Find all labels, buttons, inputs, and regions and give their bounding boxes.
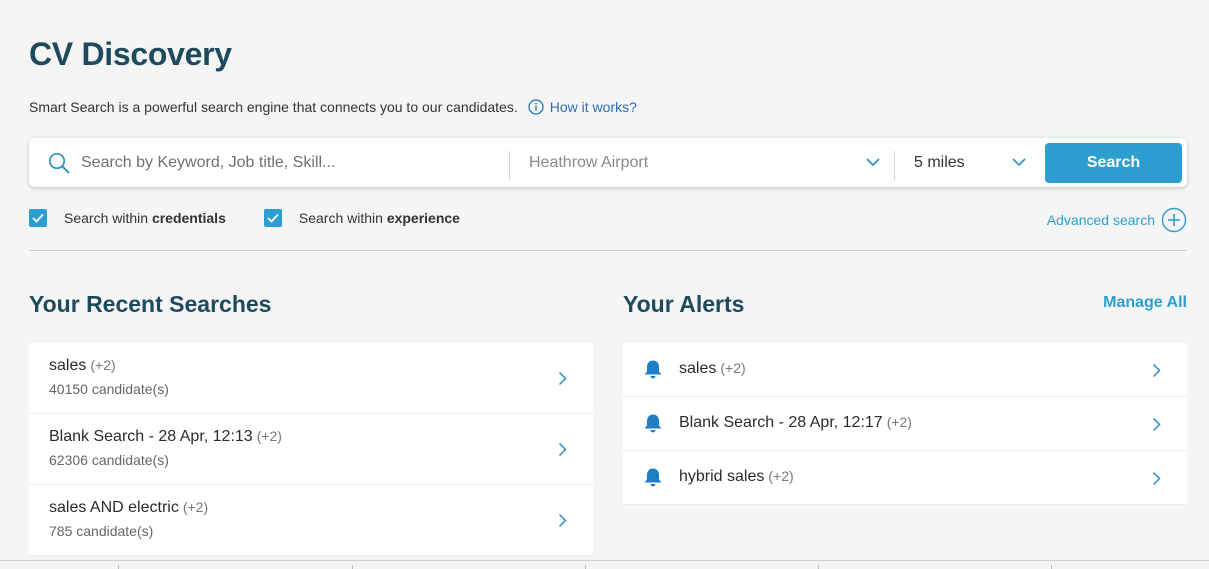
alert-name: hybrid sales (+2) <box>679 468 794 485</box>
location-select[interactable]: Heathrow Airport <box>529 148 884 178</box>
recent-searches-list: sales (+2) 40150 candidate(s) Blank Searc… <box>29 343 593 556</box>
credentials-checkbox[interactable]: Search within credentials <box>29 209 226 227</box>
candidate-count: 62306 candidate(s) <box>49 452 169 468</box>
chevron-right-icon[interactable] <box>558 442 567 457</box>
recent-searches-title: Your Recent Searches <box>29 291 272 317</box>
manage-all-link[interactable]: Manage All <box>1103 294 1187 312</box>
chevron-right-icon[interactable] <box>1152 363 1161 378</box>
intro-text: Smart Search is a powerful search engine… <box>29 99 518 115</box>
advanced-search-label[interactable]: Advanced search <box>1047 212 1155 228</box>
alerts-list: sales (+2) Blank Search - 28 Apr, 12:17 (+… <box>623 343 1187 505</box>
chevron-down-icon[interactable] <box>866 155 880 169</box>
chevron-down-icon[interactable] <box>1012 155 1026 169</box>
alert-name: sales (+2) <box>679 360 746 377</box>
footer-divider <box>818 565 819 569</box>
alert-item[interactable]: hybrid sales (+2) <box>623 451 1187 505</box>
alert-name: Blank Search - 28 Apr, 12:17 (+2) <box>679 414 912 431</box>
footer-divider <box>1051 565 1052 569</box>
recent-search-name: sales (+2) <box>49 357 116 374</box>
credentials-label: Search within credentials <box>64 210 226 226</box>
checkmark-icon[interactable] <box>29 209 47 227</box>
footer-divider <box>352 565 353 569</box>
recent-search-name: sales AND electric (+2) <box>49 499 209 516</box>
plus-circle-icon[interactable] <box>1161 207 1187 233</box>
recent-search-item[interactable]: sales (+2) 40150 candidate(s) <box>29 343 593 414</box>
search-bar: Heathrow Airport 5 miles Search <box>29 138 1187 187</box>
candidate-count: 785 candidate(s) <box>49 523 154 539</box>
advanced-search-link[interactable]: Advanced search <box>1047 207 1187 233</box>
bell-icon <box>643 413 663 434</box>
recent-search-item[interactable]: sales AND electric (+2) 785 candidate(s) <box>29 485 593 556</box>
bell-icon <box>643 359 663 380</box>
chevron-right-icon[interactable] <box>558 371 567 386</box>
candidate-count: 40150 candidate(s) <box>49 381 169 397</box>
search-divider <box>509 151 510 180</box>
footer-divider <box>585 565 586 569</box>
intro-line: Smart Search is a powerful search engine… <box>29 99 637 115</box>
chevron-right-icon[interactable] <box>558 513 567 528</box>
footer-divider <box>0 560 1209 561</box>
section-divider <box>29 250 1187 251</box>
recent-search-item[interactable]: Blank Search - 28 Apr, 12:13 (+2) 62306 c… <box>29 414 593 485</box>
search-icon <box>48 152 70 174</box>
alert-item[interactable]: Blank Search - 28 Apr, 12:17 (+2) <box>623 397 1187 451</box>
chevron-right-icon[interactable] <box>1152 417 1161 432</box>
bell-icon <box>643 467 663 488</box>
experience-checkbox[interactable]: Search within experience <box>263 209 460 227</box>
footer-divider <box>118 565 119 569</box>
search-button[interactable]: Search <box>1045 143 1182 183</box>
keyword-search-input[interactable] <box>81 148 501 178</box>
checkmark-icon[interactable] <box>263 209 282 227</box>
search-options: Search within credentials Search within … <box>29 209 498 227</box>
recent-search-name: Blank Search - 28 Apr, 12:13 (+2) <box>49 428 282 445</box>
chevron-right-icon[interactable] <box>1152 471 1161 486</box>
experience-label: Search within experience <box>298 210 460 226</box>
alerts-title: Your Alerts <box>623 291 745 317</box>
search-divider <box>894 151 895 180</box>
page-title: CV Discovery <box>29 36 232 72</box>
how-it-works-link[interactable]: How it works? <box>550 99 637 115</box>
info-icon[interactable] <box>528 99 544 115</box>
alert-item[interactable]: sales (+2) <box>623 343 1187 397</box>
